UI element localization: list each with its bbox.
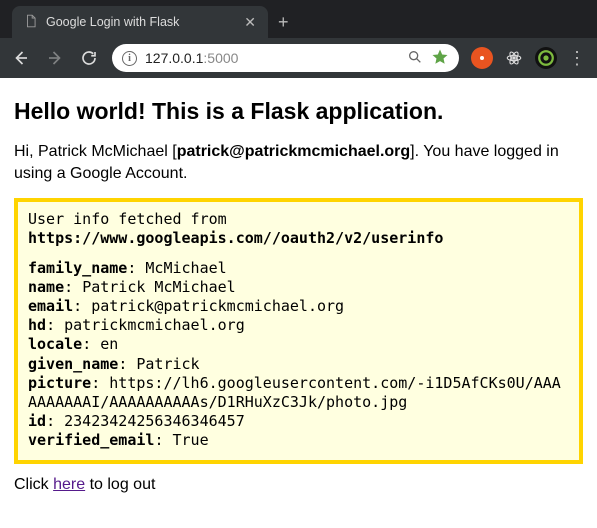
key: family_name bbox=[28, 259, 127, 277]
omnibox-right bbox=[407, 48, 449, 69]
value: patrickmcmichael.org bbox=[64, 316, 245, 334]
value: https://lh6.googleusercontent.com/-i1D5A… bbox=[28, 374, 561, 411]
userinfo-row: hd: patrickmcmichael.org bbox=[28, 316, 569, 335]
key: locale bbox=[28, 335, 82, 353]
key: email bbox=[28, 297, 73, 315]
key: name bbox=[28, 278, 64, 296]
userinfo-caption: User info fetched from https://www.googl… bbox=[28, 210, 569, 248]
logout-prefix: Click bbox=[14, 476, 53, 493]
forward-button[interactable] bbox=[44, 47, 66, 69]
userinfo-row: id: 23423424256346346457 bbox=[28, 412, 569, 431]
userinfo-row: picture: https://lh6.googleusercontent.c… bbox=[28, 374, 569, 412]
tab-title: Google Login with Flask bbox=[46, 15, 236, 29]
extension-icon-2[interactable] bbox=[503, 47, 525, 69]
url-port: :5000 bbox=[203, 50, 238, 66]
bookmark-star-icon[interactable] bbox=[431, 48, 449, 69]
greeting-name: Patrick McMichael bbox=[38, 143, 168, 160]
key: verified_email bbox=[28, 431, 154, 449]
extension-icons: ⋮ bbox=[471, 47, 587, 69]
userinfo-row: email: patrick@patrickmcmichael.org bbox=[28, 297, 569, 316]
url-host: 127.0.0.1 bbox=[145, 50, 203, 66]
reload-button[interactable] bbox=[78, 47, 100, 69]
new-tab-button[interactable]: + bbox=[268, 6, 299, 38]
userinfo-row: family_name: McMichael bbox=[28, 259, 569, 278]
url-text: 127.0.0.1:5000 bbox=[145, 50, 238, 66]
value: Patrick bbox=[136, 355, 199, 373]
value: patrick@patrickmcmichael.org bbox=[91, 297, 344, 315]
info-icon[interactable]: i bbox=[122, 51, 137, 66]
close-icon[interactable]: ✕ bbox=[244, 15, 256, 29]
bracket-close: ]. bbox=[410, 143, 419, 160]
toolbar: i 127.0.0.1:5000 bbox=[0, 38, 597, 78]
address-bar[interactable]: i 127.0.0.1:5000 bbox=[112, 44, 459, 72]
key: given_name bbox=[28, 355, 118, 373]
userinfo-row: verified_email: True bbox=[28, 431, 569, 450]
extension-icon-3[interactable] bbox=[535, 47, 557, 69]
menu-button[interactable]: ⋮ bbox=[567, 48, 587, 69]
greeting-email: patrick@patrickmcmichael.org bbox=[177, 143, 410, 160]
value: Patrick McMichael bbox=[82, 278, 236, 296]
userinfo-url: https://www.googleapis.com//oauth2/v2/us… bbox=[28, 229, 443, 247]
file-icon bbox=[24, 14, 38, 31]
key: picture bbox=[28, 374, 91, 392]
bracket-open: [ bbox=[168, 143, 177, 160]
userinfo-row: locale: en bbox=[28, 335, 569, 354]
zoom-icon[interactable] bbox=[407, 49, 423, 68]
value: en bbox=[100, 335, 118, 353]
value: 23423424256346346457 bbox=[64, 412, 245, 430]
page-title: Hello world! This is a Flask application… bbox=[14, 98, 583, 125]
key: hd bbox=[28, 316, 46, 334]
page-content: Hello world! This is a Flask application… bbox=[0, 78, 597, 504]
userinfo-row: name: Patrick McMichael bbox=[28, 278, 569, 297]
browser-tab[interactable]: Google Login with Flask ✕ bbox=[12, 6, 268, 38]
greeting-text: Hi, Patrick McMichael [patrick@patrickmc… bbox=[14, 141, 583, 184]
logout-link[interactable]: here bbox=[53, 476, 85, 493]
logout-suffix: to log out bbox=[85, 476, 155, 493]
userinfo-row: given_name: Patrick bbox=[28, 355, 569, 374]
extension-icon-1[interactable] bbox=[471, 47, 493, 69]
logout-text: Click here to log out bbox=[14, 476, 583, 494]
browser-chrome: Google Login with Flask ✕ + i 127.0.0.1:… bbox=[0, 0, 597, 78]
greeting-prefix: Hi, bbox=[14, 143, 38, 160]
tab-strip: Google Login with Flask ✕ + bbox=[0, 0, 597, 38]
value: True bbox=[173, 431, 209, 449]
value: McMichael bbox=[145, 259, 226, 277]
userinfo-box: User info fetched from https://www.googl… bbox=[14, 198, 583, 464]
userinfo-caption-prefix: User info fetched from bbox=[28, 210, 227, 228]
back-button[interactable] bbox=[10, 47, 32, 69]
key: id bbox=[28, 412, 46, 430]
